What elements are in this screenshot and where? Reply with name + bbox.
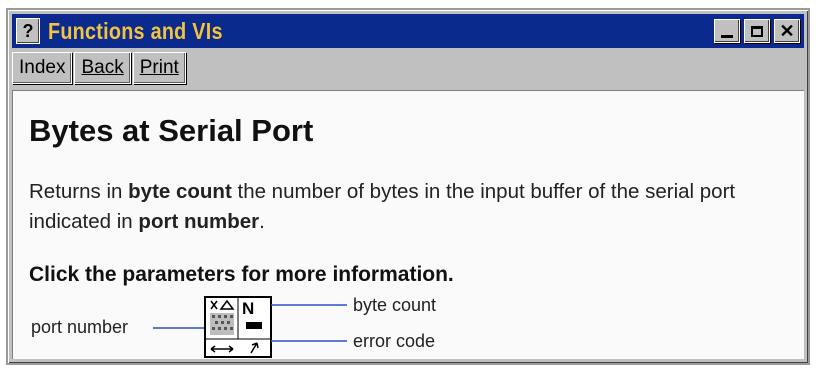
vi-icon[interactable]: N: [204, 296, 272, 358]
error-terminal-icon: [246, 322, 262, 329]
minimize-icon: [721, 34, 733, 38]
print-button-label: Print: [139, 57, 179, 78]
numeric-terminal-glyph: N: [242, 299, 254, 318]
close-button[interactable]: ✕: [774, 19, 800, 43]
close-icon: ✕: [779, 20, 795, 41]
window-title: Functions and VIs: [48, 17, 223, 44]
title-bar[interactable]: ? Functions and VIs ✕: [12, 14, 804, 48]
minimize-button[interactable]: [714, 19, 740, 43]
page-title: Bytes at Serial Port: [29, 113, 314, 148]
description: Returns in byte count the number of byte…: [29, 177, 799, 237]
maximize-icon: [751, 25, 763, 37]
parameters-heading: Click the parameters for more informatio…: [29, 263, 454, 286]
description-text-1: Returns in: [29, 180, 129, 203]
index-button-label: Index: [19, 57, 66, 78]
port-number-label[interactable]: port number: [31, 317, 128, 337]
print-button[interactable]: Print: [132, 52, 186, 84]
window-controls: ✕: [714, 19, 800, 43]
byte-count-label[interactable]: byte count: [353, 295, 436, 315]
description-text-3: .: [259, 210, 265, 233]
back-button-label: Back: [81, 57, 124, 78]
back-button[interactable]: Back: [74, 52, 131, 84]
help-toolbar: Index Back Print: [12, 52, 186, 86]
help-window: ? Functions and VIs ✕ Index Back Print B…: [6, 8, 810, 365]
index-button[interactable]: Index: [12, 52, 73, 84]
maximize-button[interactable]: [744, 19, 770, 43]
connector-diagram: port number N byte count error code: [31, 295, 436, 358]
error-code-label[interactable]: error code: [353, 331, 435, 351]
help-icon: ?: [16, 18, 40, 44]
port-number-term[interactable]: port number: [138, 210, 259, 233]
byte-count-term[interactable]: byte count: [128, 180, 232, 203]
help-content: Bytes at Serial Port Returns in byte cou…: [12, 90, 804, 359]
